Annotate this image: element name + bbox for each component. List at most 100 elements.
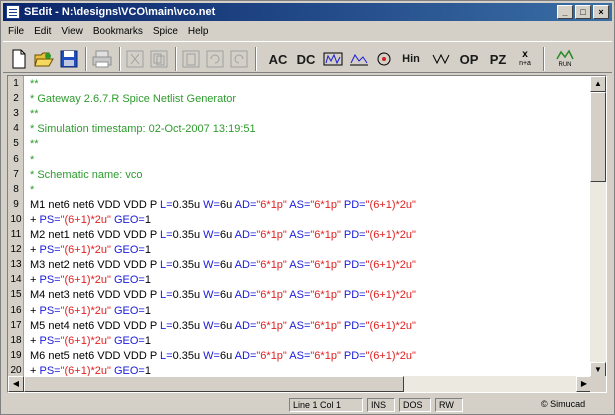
parameter-name: L= <box>160 319 173 332</box>
vertical-scroll-thumb[interactable] <box>590 92 606 182</box>
comment-text: * Schematic name: vco <box>30 168 143 181</box>
window-title: SEdit - N:\designs\VCO\main\vco.net <box>24 6 216 18</box>
close-button[interactable]: × <box>593 5 609 19</box>
open-button[interactable] <box>33 48 55 70</box>
code-line: M4 net3 net6 VDD VDD P L=0.35u W=6u AD="… <box>30 289 416 301</box>
company-label: © Simucad <box>541 399 586 409</box>
code-text: M3 net2 net6 VDD VDD P <box>30 259 161 272</box>
cut-button[interactable] <box>125 48 145 70</box>
undo-button[interactable] <box>205 48 225 70</box>
line-number: 16 <box>10 304 22 316</box>
code-line: * Gateway 2.6.7.R Spice Netlist Generato… <box>30 93 236 105</box>
op-label: OP <box>459 51 479 67</box>
code-text: M1 net6 net6 VDD VDD P <box>30 198 161 211</box>
print-icon <box>92 50 112 68</box>
parameter-value: "(6+1)*2u" <box>60 244 114 257</box>
redo-button[interactable] <box>229 48 249 70</box>
distortion-label: x <box>522 49 528 60</box>
parameter-value: "6*1p" <box>256 229 290 241</box>
parameter-name: AS= <box>289 289 311 302</box>
parameter-name: PS= <box>39 213 61 226</box>
parameter-value: "(6+1)*2u" <box>60 274 114 287</box>
open-folder-icon <box>34 52 54 67</box>
sedit-window: SEdit - N:\designs\VCO\main\vco.net _ □ … <box>0 0 615 415</box>
menu-edit[interactable]: Edit <box>29 26 56 37</box>
menu-bookmarks[interactable]: Bookmarks <box>88 26 148 37</box>
maximize-button[interactable]: □ <box>575 5 591 19</box>
scroll-left-button[interactable]: ◀ <box>8 376 24 392</box>
comment-text: ** <box>30 138 39 151</box>
parameter-value: "6*1p" <box>310 319 344 332</box>
parameter-name: PS= <box>39 274 61 287</box>
parameter-value: "(6+1)*2u" <box>365 259 416 272</box>
code-text: 1 <box>144 334 151 347</box>
code-line: ** <box>30 78 39 90</box>
op-analysis-button[interactable]: OP <box>455 48 483 70</box>
parameter-value: "(6+1)*2u" <box>365 289 416 302</box>
transfer-button[interactable]: Hin <box>397 48 425 70</box>
sweep-button[interactable] <box>373 48 395 70</box>
window-controls: _ □ × <box>557 5 609 19</box>
code-text: 0.35u <box>172 319 204 332</box>
netlist-editor[interactable]: 1 2 3 4 5 6 7 8 9 10 11 12 13 14 15 16 17 18 19 20 ** * Gate… <box>7 75 607 393</box>
noise-button[interactable] <box>429 48 453 70</box>
vertical-scrollbar[interactable]: ▲ ▼ <box>590 76 606 378</box>
horizontal-scroll-thumb[interactable] <box>24 376 404 392</box>
run-simulation-button[interactable]: RUN <box>551 48 579 70</box>
parameter-name: AS= <box>289 198 311 211</box>
parameter-name: AS= <box>289 319 311 332</box>
code-line: ** <box>30 108 39 120</box>
parameter-name: PS= <box>39 304 61 317</box>
menu-spice[interactable]: Spice <box>148 26 183 37</box>
menu-view[interactable]: View <box>56 26 88 37</box>
menu-file[interactable]: File <box>3 26 29 37</box>
code-line: M1 net6 net6 VDD VDD P L=0.35u W=6u AD="… <box>30 199 416 211</box>
save-button[interactable] <box>59 48 79 70</box>
paste-button[interactable] <box>181 48 201 70</box>
code-line: + PS="(6+1)*2u" GEO=1 <box>30 274 151 286</box>
title-bar[interactable]: SEdit - N:\designs\VCO\main\vco.net _ □ … <box>3 3 612 21</box>
code-text: 0.35u <box>172 259 204 272</box>
line-number: 5 <box>13 138 19 150</box>
ac-analysis-button[interactable]: AC <box>265 48 291 70</box>
paste-icon <box>182 50 200 68</box>
parameter-value: "6*1p" <box>256 259 290 272</box>
transient-analysis-button[interactable] <box>321 48 345 70</box>
redo-icon <box>230 50 248 68</box>
code-text: 6u <box>219 198 235 211</box>
parameter-name: W= <box>203 349 220 362</box>
minimize-button[interactable]: _ <box>557 5 573 19</box>
line-number: 20 <box>10 364 22 376</box>
scroll-up-button[interactable]: ▲ <box>590 76 606 92</box>
print-button[interactable] <box>91 48 113 70</box>
parameter-value: "6*1p" <box>310 289 344 302</box>
parameter-value: "(6+1)*2u" <box>365 198 416 211</box>
code-line: * Simulation timestamp: 02-Oct-2007 13:1… <box>30 123 256 135</box>
noise-icon <box>432 53 450 65</box>
line-number: 2 <box>13 93 19 105</box>
dc-analysis-button[interactable]: DC <box>293 48 319 70</box>
parameter-name: PD= <box>343 259 366 272</box>
code-text: 1 <box>144 304 151 317</box>
cursor-position: Line 1 Col 1 <box>289 398 363 412</box>
app-icon[interactable] <box>6 5 20 19</box>
parameter-name: PD= <box>343 229 366 241</box>
parameter-name: W= <box>203 259 220 272</box>
code-text: 0.35u <box>172 289 204 302</box>
horizontal-scrollbar[interactable]: ◀ ▶ <box>8 376 592 392</box>
parameter-name: L= <box>160 349 173 362</box>
copy-icon <box>150 50 168 68</box>
comment-text: * Gateway 2.6.7.R Spice Netlist Generato… <box>30 93 237 106</box>
distortion-button[interactable]: x n+a <box>513 48 537 70</box>
line-number-gutter: 1 2 3 4 5 6 7 8 9 10 11 12 13 14 15 16 17 18 19 20 <box>8 76 24 378</box>
parameter-name: PD= <box>343 319 366 332</box>
copy-button[interactable] <box>149 48 169 70</box>
pz-analysis-button[interactable]: PZ <box>485 48 511 70</box>
waveform-button[interactable] <box>347 48 371 70</box>
new-file-icon <box>12 49 26 69</box>
code-text: 0.35u <box>172 198 204 211</box>
new-file-button[interactable] <box>9 48 29 70</box>
menu-help[interactable]: Help <box>183 26 214 37</box>
code-line: * Schematic name: vco <box>30 169 143 181</box>
parameter-value: "6*1p" <box>310 198 344 211</box>
